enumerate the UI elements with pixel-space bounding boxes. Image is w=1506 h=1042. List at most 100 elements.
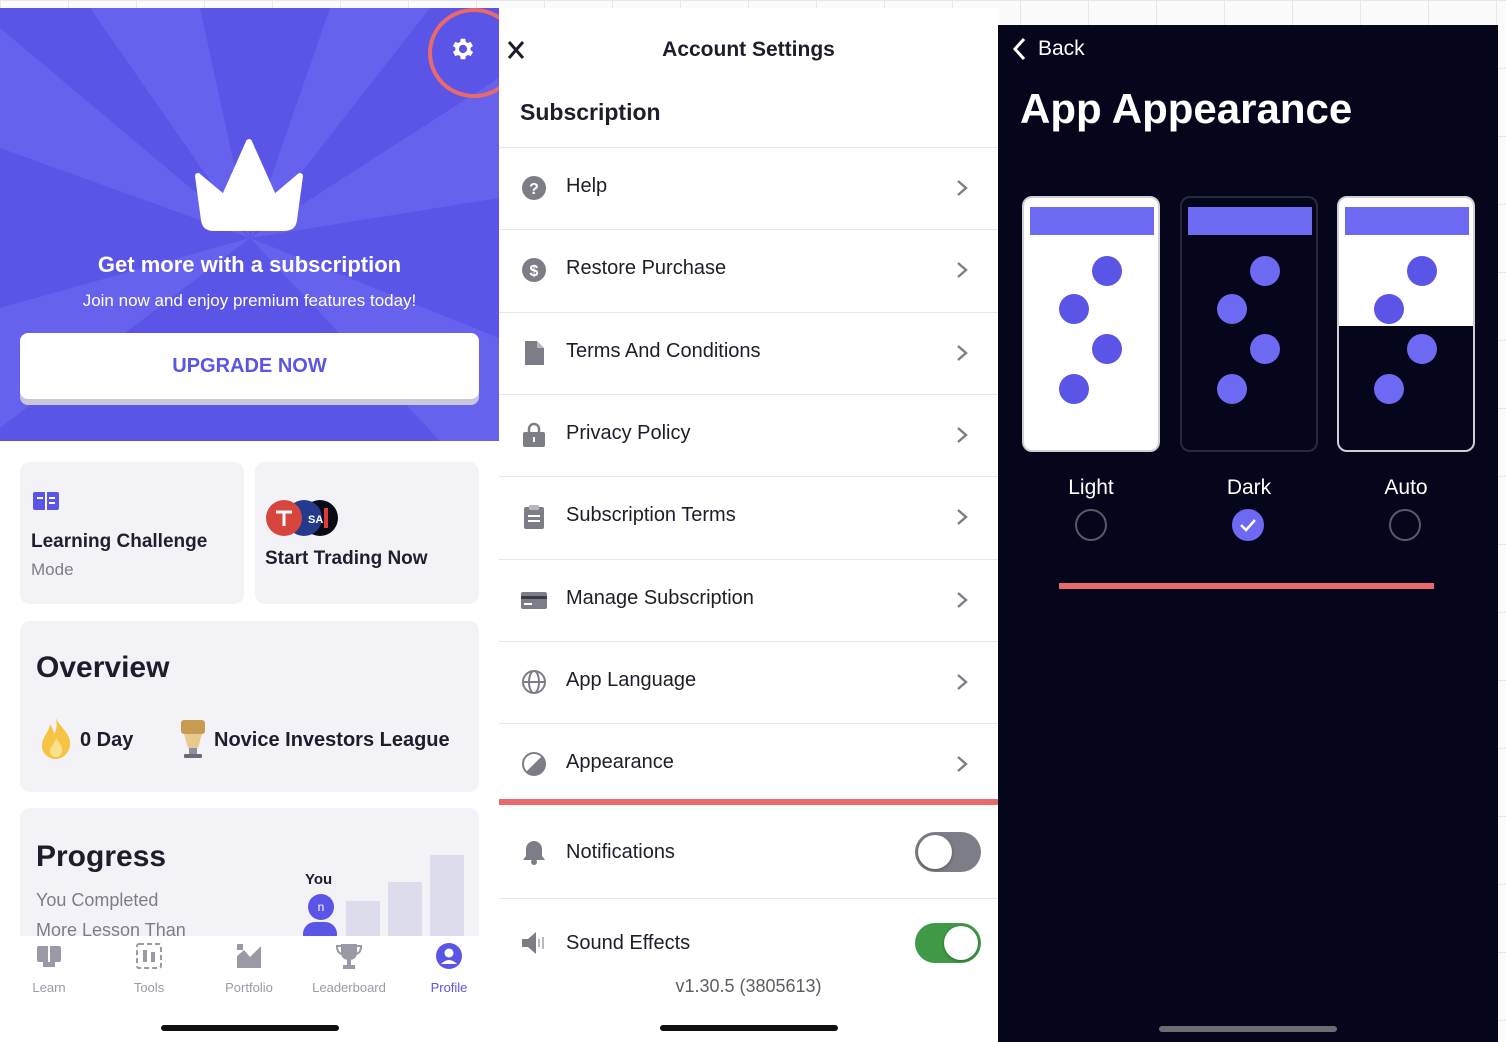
appearance-highlight-line (499, 799, 998, 805)
tab-portfolio[interactable]: Portfolio (204, 942, 294, 995)
subscription-section-header: Subscription (520, 99, 661, 125)
user-avatar: n (308, 894, 334, 920)
preview-dot (1217, 374, 1247, 404)
tab-leaderboard[interactable]: Leaderboard (304, 942, 394, 995)
tab-tools[interactable]: Tools (104, 942, 194, 995)
settings-row-subscription-terms[interactable]: Subscription Terms (499, 476, 998, 558)
settings-row-label: Sound Effects (566, 932, 691, 954)
globe-icon (522, 670, 546, 694)
svg-text:?: ? (529, 181, 539, 198)
screenshot-canvas: Get more with a subscription Join now an… (0, 0, 1506, 1042)
auto-radio[interactable] (1389, 509, 1421, 541)
trophy-icon (335, 944, 363, 969)
home-indicator (660, 1025, 838, 1031)
settings-row-label: App Language (566, 669, 697, 691)
chevron-right-icon (957, 180, 968, 196)
tools-icon (136, 943, 162, 969)
app-version: v1.30.5 (3805613) (675, 976, 822, 996)
preview-dot (1374, 374, 1404, 404)
checkmark-icon (1240, 519, 1256, 532)
preview-dot (1374, 294, 1404, 324)
speaker-icon (522, 932, 544, 954)
hero-subtitle: Join now and enjoy premium features toda… (82, 291, 417, 310)
settings-row-privacy-policy[interactable]: Privacy Policy (499, 394, 998, 476)
appearance-options-highlight-line (1059, 583, 1434, 589)
settings-row-label: Help (566, 175, 608, 197)
lock-icon (523, 422, 545, 447)
chevron-right-icon (957, 674, 968, 690)
start-trading-card[interactable]: SA Start Trading Now (255, 462, 479, 604)
settings-row-label: Manage Subscription (566, 587, 754, 609)
preview-dot (1059, 374, 1089, 404)
settings-row-label: Terms And Conditions (566, 340, 761, 362)
settings-row-appearance[interactable]: Appearance (499, 723, 998, 805)
progress-text-line1: You Completed (36, 890, 159, 910)
settings-row-restore-purchase[interactable]: $ Restore Purchase (499, 229, 998, 311)
settings-row-terms[interactable]: Terms And Conditions (499, 312, 998, 394)
settings-row-help[interactable]: ? Help (499, 147, 998, 229)
settings-row-label: Privacy Policy (566, 422, 691, 444)
tab-learn[interactable]: Learn (4, 942, 94, 995)
appearance-icon (522, 752, 546, 776)
preview-dot (1407, 256, 1437, 286)
back-button[interactable]: Back (1012, 37, 1085, 61)
portfolio-icon (237, 944, 261, 968)
stock-logos-icon: SA (266, 500, 338, 536)
you-label: You (305, 871, 333, 888)
settings-row-manage-subscription[interactable]: Manage Subscription (499, 559, 998, 641)
league-name: Novice Investors League (214, 729, 450, 751)
preview-dot (1250, 256, 1280, 286)
preview-header (1030, 207, 1154, 235)
dollar-icon: $ (522, 258, 546, 282)
settings-row-notifications: Notifications (499, 808, 998, 898)
profile-icon (436, 943, 462, 969)
account-settings-screen: Account Settings Subscription ? Help $ R… (499, 8, 998, 1042)
document-icon (525, 341, 544, 365)
settings-row-label: Notifications (566, 841, 675, 863)
settings-row-label: Restore Purchase (566, 257, 727, 279)
chevron-right-icon (957, 262, 968, 278)
sound-effects-toggle[interactable] (915, 923, 981, 963)
light-radio[interactable] (1075, 509, 1107, 541)
chevron-right-icon (957, 345, 968, 361)
bottom-tab-bar: Learn Tools Portfolio Leaderboard Profil… (0, 936, 499, 1042)
svg-text:$: $ (530, 263, 539, 280)
auto-theme-preview[interactable] (1337, 196, 1475, 452)
help-icon: ? (522, 176, 546, 200)
app-appearance-title: App Appearance (1020, 85, 1353, 132)
light-option-label: Light (1068, 476, 1114, 499)
dark-radio[interactable] (1232, 509, 1264, 541)
streak-days: 0 Day (80, 729, 134, 751)
overview-title: Overview (36, 651, 170, 684)
learning-challenge-card[interactable]: Learning Challenge Mode (20, 462, 244, 604)
settings-row-app-language[interactable]: App Language (499, 641, 998, 723)
chevron-right-icon (957, 509, 968, 525)
learning-challenge-subtitle: Mode (31, 560, 74, 579)
preview-dot (1092, 334, 1122, 364)
auto-option-label: Auto (1384, 476, 1428, 499)
subscription-hero: Get more with a subscription Join now an… (0, 8, 499, 441)
hero-title: Get more with a subscription (97, 252, 402, 277)
account-settings-title: Account Settings (662, 38, 835, 61)
dark-theme-preview[interactable] (1180, 196, 1318, 452)
league-trophy-icon (181, 720, 205, 758)
toggle-knob (944, 926, 978, 960)
clipboard-icon (524, 505, 544, 529)
preview-dot (1407, 334, 1437, 364)
settings-row-label: Subscription Terms (566, 504, 736, 526)
preview-header (1188, 207, 1312, 235)
tab-profile[interactable]: Profile (404, 942, 494, 995)
learn-icon (37, 946, 61, 967)
tab-label: Portfolio (225, 980, 273, 995)
upgrade-now-button[interactable]: UPGRADE NOW (20, 333, 479, 399)
preview-dot (1250, 334, 1280, 364)
app-appearance-screen: Back App Appearance Light Dark Auto (998, 25, 1498, 1042)
card-icon (521, 592, 547, 609)
notifications-toggle[interactable] (915, 832, 981, 872)
preview-dot (1092, 256, 1122, 286)
home-indicator (1159, 1026, 1337, 1032)
learning-challenge-title: Learning Challenge (31, 531, 208, 552)
back-label: Back (1038, 37, 1085, 60)
light-theme-preview[interactable] (1022, 196, 1160, 452)
chevron-right-icon (957, 427, 968, 443)
